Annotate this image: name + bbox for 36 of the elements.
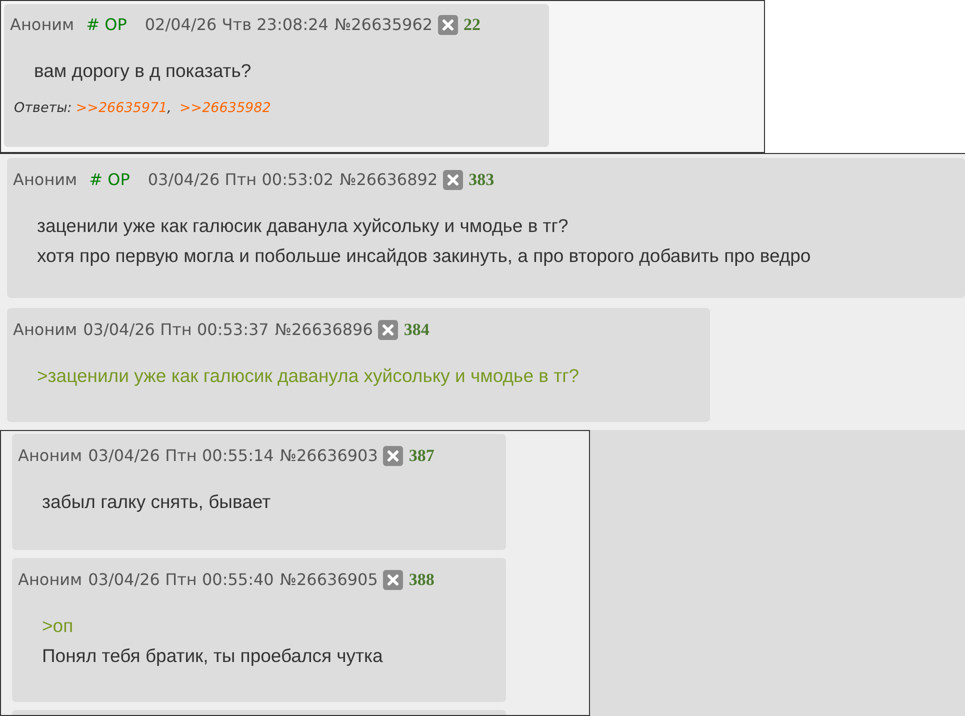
close-icon[interactable] xyxy=(382,446,403,466)
post-date: 03/04/26 Птн 00:55:14 xyxy=(88,444,274,467)
post-count: 383 xyxy=(468,169,494,191)
post-count: 22 xyxy=(464,14,481,36)
post-number-link[interactable]: №26635962 xyxy=(334,12,433,37)
post-number-link[interactable]: №26636896 xyxy=(274,318,373,342)
post-text: вам дорогу в д показать? xyxy=(34,58,252,83)
post-number-link[interactable]: №26636892 xyxy=(340,168,438,192)
op-tag: # OP xyxy=(86,12,127,37)
poster-name: Аноним xyxy=(10,14,74,36)
quote-text: >заценили уже как галюсик даванула хуйсольку и чмодье в тг? xyxy=(37,364,580,388)
post-count: 384 xyxy=(404,319,430,341)
poster-name: Аноним xyxy=(13,168,78,191)
post-count: 387 xyxy=(408,445,434,467)
poster-name: Аноним xyxy=(13,318,78,341)
close-icon[interactable] xyxy=(382,570,403,590)
post-text: заценили уже как галюсик даванула хуйсольку и чмодье в тг? xyxy=(37,214,570,238)
post-text: забыл галку снять, бывает xyxy=(42,490,272,514)
post-date: 02/04/26 Чтв 23:08:24 xyxy=(144,14,328,36)
post-date: 03/04/26 Птн 00:53:37 xyxy=(83,318,269,341)
post-text: хотя про первую могла и побольше инсайдов закинуть, а про второго добавить про ведро xyxy=(37,244,812,268)
reply-separator: , xyxy=(167,98,172,118)
post-date: 03/04/26 Птн 00:55:40 xyxy=(88,568,274,591)
post-count: 388 xyxy=(408,569,434,591)
post-date: 03/04/26 Птн 00:53:02 xyxy=(148,168,334,191)
close-icon[interactable] xyxy=(442,170,463,190)
post-text: Понял тебя братик, ты проебался чутка xyxy=(42,644,384,668)
poster-name: Аноним xyxy=(18,568,82,591)
close-icon[interactable] xyxy=(378,320,398,340)
poster-name: Аноним xyxy=(18,444,82,467)
close-icon[interactable] xyxy=(438,14,458,35)
quote-text: >оп xyxy=(42,614,74,638)
op-tag: # OP xyxy=(89,168,130,192)
replies-label: Ответы: xyxy=(14,98,72,118)
post-number-link[interactable]: №26636903 xyxy=(280,444,378,468)
post-number-link[interactable]: №26636905 xyxy=(280,568,378,592)
